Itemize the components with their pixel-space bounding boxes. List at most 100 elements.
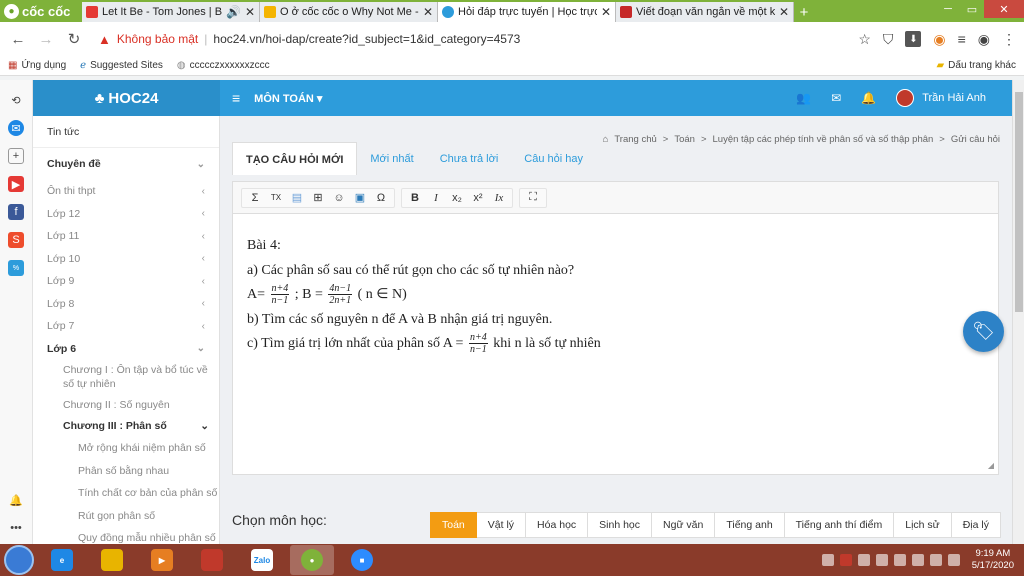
hamburger-icon[interactable]: ≡ — [232, 90, 240, 106]
close-tab-icon[interactable]: ✕ — [245, 5, 255, 19]
back-arrow-icon[interactable]: ← — [8, 31, 28, 48]
account-icon[interactable]: ◉ — [978, 31, 990, 48]
table-icon[interactable]: ⊞ — [309, 189, 327, 207]
smiley-icon[interactable]: ☺ — [330, 189, 348, 207]
taskbar-zalo[interactable]: Zalo — [240, 545, 284, 575]
nav-item-lop7[interactable]: Lớp 7 ‹ — [33, 315, 219, 338]
start-button[interactable] — [4, 545, 34, 575]
nav-item-thpt[interactable]: Ôn thi thpt ‹ — [33, 180, 219, 203]
breadcrumb-home[interactable]: Trang chủ — [614, 134, 656, 145]
volume-icon[interactable] — [947, 554, 960, 566]
reload-icon[interactable]: ↻ — [64, 30, 84, 48]
scrollbar-thumb[interactable] — [1015, 92, 1023, 312]
taskbar-explorer[interactable] — [90, 545, 134, 575]
bookmark-star-icon[interactable]: ☆ — [858, 31, 871, 48]
question-editor[interactable]: Σ TX ▤ ⊞ ☺ ▣ Ω B I x₂ x² Ix ⛶ Bài 4: a) … — [232, 181, 999, 475]
deal-icon[interactable]: % — [8, 260, 24, 276]
resize-handle-icon[interactable]: ◢ — [988, 461, 994, 470]
tray-icon[interactable] — [857, 554, 870, 566]
breadcrumb-category[interactable]: Luyện tập các phép tính về phân số và số… — [713, 134, 934, 145]
taskbar-media-player[interactable]: ▶ — [140, 545, 184, 575]
nav-lesson[interactable]: Phân số bằng nhau — [33, 460, 219, 483]
tab-latest[interactable]: Mới nhất — [357, 142, 426, 175]
nav-news[interactable]: Tin tức — [33, 116, 219, 148]
more-icon[interactable]: ••• — [8, 520, 24, 536]
reading-list-icon[interactable]: ≡ — [958, 31, 966, 47]
image-icon[interactable]: ▣ — [351, 189, 369, 207]
omega-icon[interactable]: Ω — [372, 189, 390, 207]
nav-item-lop8[interactable]: Lớp 8 ‹ — [33, 293, 219, 316]
nav-lesson[interactable]: Mở rộng khái niệm phân số — [33, 437, 219, 460]
page-scrollbar[interactable] — [1012, 80, 1024, 544]
italic-icon[interactable]: I — [427, 189, 445, 207]
nav-item-lop9[interactable]: Lớp 9 ‹ — [33, 270, 219, 293]
new-tab-button[interactable]: + — [794, 2, 814, 22]
bookmark-custom[interactable]: ◍ ccccczxxxxxxzccc — [177, 60, 270, 71]
tab-good-questions[interactable]: Câu hỏi hay — [511, 142, 596, 175]
subject-biology[interactable]: Sinh học — [588, 512, 653, 538]
tab-unanswered[interactable]: Chưa trả lời — [427, 142, 512, 175]
taskbar-coccoc[interactable]: ● — [290, 545, 334, 575]
close-tab-icon[interactable]: ✕ — [423, 5, 433, 19]
coccoc-extension-icon[interactable]: ◉ — [933, 31, 945, 48]
speaker-icon[interactable]: 🔊 — [226, 5, 241, 19]
clock[interactable]: 9:19 AM 5/17/2020 — [966, 548, 1020, 572]
browser-menu-button[interactable]: ● cốc cốc — [0, 0, 82, 22]
clear-format-icon[interactable]: Ix — [490, 189, 508, 207]
subject-chemistry[interactable]: Hóa học — [526, 512, 589, 538]
close-window-icon[interactable]: ✕ — [984, 0, 1024, 18]
nav-item-lop6[interactable]: Lớp 6 ⌄ — [33, 338, 219, 361]
nav-lesson[interactable]: Tính chất cơ bản của phân số — [33, 482, 219, 505]
forward-arrow-icon[interactable]: → — [36, 31, 56, 48]
nav-chapter-3[interactable]: Chương III : Phân số ⌄ — [33, 416, 219, 437]
bookmark-apps[interactable]: ▦ Ứng dụng — [8, 60, 66, 71]
tray-icon[interactable] — [821, 554, 834, 566]
nav-lesson[interactable]: Rút gọn phân số — [33, 505, 219, 528]
history-icon[interactable]: ⟲ — [8, 92, 24, 108]
maximize-icon[interactable]: ▭ — [960, 0, 984, 18]
bold-icon[interactable]: B — [406, 189, 424, 207]
taskbar-zoom[interactable]: ■ — [340, 545, 384, 575]
subject-english-pilot[interactable]: Tiếng anh thí điểm — [784, 512, 895, 538]
nav-item-lop12[interactable]: Lớp 12 ‹ — [33, 203, 219, 226]
friends-icon[interactable]: 👥 — [796, 91, 811, 105]
nav-item-lop10[interactable]: Lớp 10 ‹ — [33, 248, 219, 271]
youtube-icon[interactable]: ▶ — [8, 176, 24, 192]
taskbar-app-red[interactable] — [190, 545, 234, 575]
nav-chapter-2[interactable]: Chương II : Số nguyên — [33, 395, 219, 416]
shopee-icon[interactable]: S — [8, 232, 24, 248]
breadcrumb-subject[interactable]: Toán — [674, 134, 695, 145]
user-menu[interactable]: Trần Hải Anh — [896, 89, 986, 107]
minimize-icon[interactable]: ─ — [936, 0, 960, 18]
nav-lesson[interactable]: Quy đồng mẫu nhiều phân số — [33, 527, 219, 544]
flag-icon[interactable] — [929, 554, 942, 566]
nav-item-lop11[interactable]: Lớp 11 ‹ — [33, 225, 219, 248]
other-bookmarks[interactable]: ▰ Dấu trang khác — [936, 60, 1016, 71]
sigma-icon[interactable]: Σ — [246, 189, 264, 207]
notification-bell-icon[interactable]: 🔔 — [861, 91, 876, 105]
url-text[interactable]: hoc24.vn/hoi-dap/create?id_subject=1&id_… — [213, 32, 520, 46]
bookmark-suggested-sites[interactable]: ℯ Suggested Sites — [80, 60, 163, 71]
nav-chapter-1[interactable]: Chương I : Ôn tập và bổ túc về số tự nhi… — [33, 360, 219, 395]
math-formula-icon[interactable]: TX — [267, 189, 285, 207]
bluetooth-icon[interactable] — [875, 554, 888, 566]
tray-icon[interactable] — [839, 554, 852, 566]
fullscreen-icon[interactable]: ⛶ — [524, 189, 542, 207]
mail-icon[interactable]: ✉ — [831, 91, 841, 105]
tab-why-not-me[interactable]: O ở cốc cốc o Why Not Me - ✕ — [260, 2, 438, 22]
subject-english[interactable]: Tiếng anh — [715, 512, 785, 538]
subscript-icon[interactable]: x₂ — [448, 189, 466, 207]
nav-topics[interactable]: Chuyên đề ⌄ — [33, 148, 219, 180]
subject-literature[interactable]: Ngữ văn — [652, 512, 716, 538]
shield-icon[interactable]: ⛉ — [883, 31, 894, 48]
site-logo[interactable]: ♣ HOC24 — [33, 80, 220, 116]
subject-physics[interactable]: Vật lý — [476, 512, 527, 538]
close-tab-icon[interactable]: ✕ — [779, 5, 789, 19]
insecure-label[interactable]: Không bảo mật — [117, 32, 198, 46]
messenger-icon[interactable]: ✉ — [8, 120, 24, 136]
tray-icon[interactable] — [893, 554, 906, 566]
editor-content[interactable]: Bài 4: a) Các phân số sau có thể rút gọn… — [233, 214, 998, 377]
download-icon[interactable]: ⬇ — [905, 31, 922, 47]
tab-hoi-dap[interactable]: Hỏi đáp trực tuyến | Học trực ✕ — [438, 2, 616, 22]
tray-icon[interactable] — [911, 554, 924, 566]
